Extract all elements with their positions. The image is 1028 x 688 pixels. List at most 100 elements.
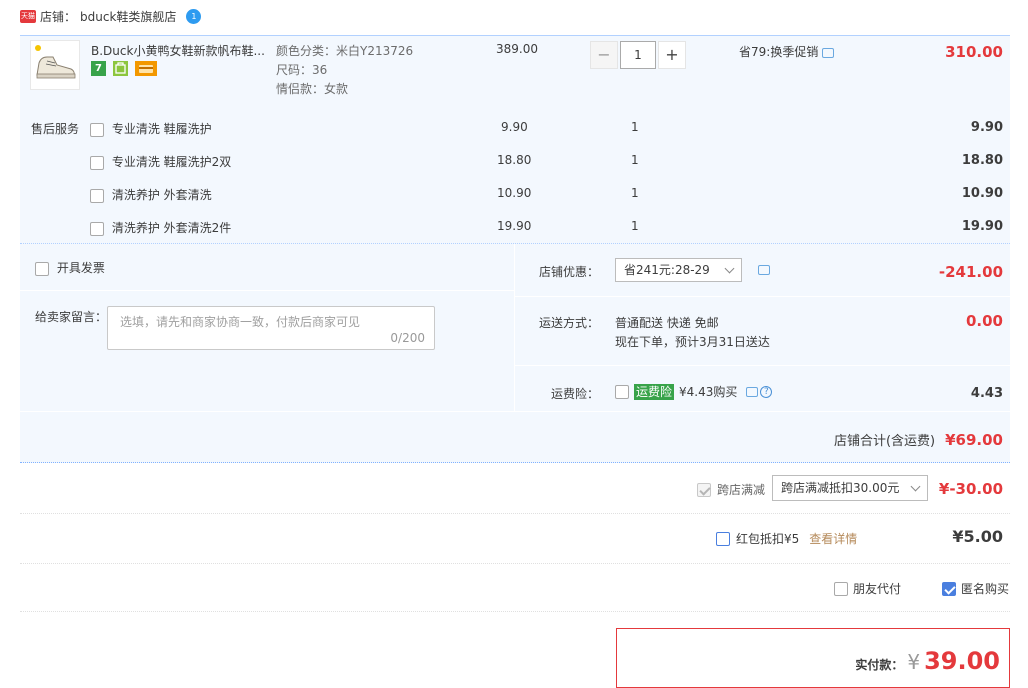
sku-size: 尺码：36 [276, 63, 328, 77]
service-qty: 1 [631, 186, 639, 200]
service-name: 清洗养护 外套清洗2件 [111, 221, 232, 235]
service-name: 清洗养护 外套清洗 [111, 188, 212, 202]
cross-store-label: 跨店满减 [717, 483, 766, 497]
service-row: 专业清洗 鞋履洗护 [90, 120, 212, 137]
anonymous-label: 匿名购买 [961, 582, 1010, 596]
red-packet-label: 红包抵扣¥5 [736, 532, 800, 546]
shipping-method: 普通配送 快递 免邮 [615, 316, 719, 330]
service-row: 专业清洗 鞋履洗护2双 [90, 153, 231, 170]
service-badges: 7 [91, 61, 160, 76]
service-name: 专业清洗 鞋履洗护 [111, 122, 212, 136]
service-price: 9.90 [501, 120, 528, 134]
increase-quantity-button[interactable]: + [658, 41, 686, 69]
insurance-info-icon[interactable] [746, 386, 759, 397]
row-divider [515, 296, 1010, 297]
shop-discount-label: 店铺优惠： [539, 265, 600, 279]
service-row: 清洗养护 外套清洗2件 [90, 219, 231, 236]
service-total: 9.90 [970, 120, 1003, 135]
service-checkbox[interactable] [90, 221, 104, 236]
chat-icon[interactable]: 1 [186, 8, 202, 24]
friend-pay-option: 朋友代付 [834, 580, 901, 597]
invoice-option: 开具发票 [35, 259, 105, 276]
shop-label: 店铺： [40, 9, 77, 24]
service-name: 专业清洗 鞋履洗护2双 [111, 155, 232, 169]
divider [20, 243, 1010, 245]
service-qty: 1 [631, 153, 639, 167]
column-divider [514, 244, 515, 411]
remark-placeholder: 选填，请先和商家协商一致，付款后商家可见 [120, 315, 361, 329]
tmall-badge-icon: 天猫 [20, 9, 36, 23]
service-total: 18.80 [961, 153, 1003, 168]
item-subtotal: 310.00 [945, 43, 1003, 61]
shop-discount-select[interactable]: 省241元:28-29 [615, 258, 742, 282]
promotion-text: 省79:换季促销 [739, 45, 819, 59]
shop-discount-amount: -241.00 [938, 263, 1003, 281]
divider [20, 563, 1010, 565]
service-row: 清洗养护 外套清洗 [90, 186, 212, 203]
product-title-link[interactable]: B.Duck小黄鸭女鞋新款帆布鞋... [91, 42, 265, 59]
shop-name-link[interactable]: bduck鞋类旗舰店 [80, 8, 176, 25]
seller-remark-textarea[interactable]: 选填，请先和商家协商一致，付款后商家可见 0/200 [107, 306, 435, 350]
red-packet-checkbox[interactable] [716, 531, 730, 546]
help-icon[interactable]: ? [760, 385, 773, 398]
divider [20, 513, 1010, 515]
divider [20, 35, 1010, 36]
invoice-label: 开具发票 [56, 261, 105, 275]
row-divider [20, 411, 1010, 412]
service-total: 10.90 [961, 186, 1003, 201]
service-qty: 1 [631, 219, 639, 233]
shipping-amount: 0.00 [965, 312, 1003, 330]
cross-store-amount: ¥-30.00 [938, 480, 1003, 498]
decrease-quantity-button[interactable]: − [590, 41, 618, 69]
currency-symbol: ¥ [907, 650, 921, 674]
service-price: 19.90 [497, 219, 532, 233]
remark-counter: 0/200 [390, 331, 425, 345]
service-checkbox[interactable] [90, 122, 104, 137]
shop-total-amount: ¥69.00 [945, 430, 1003, 449]
shop-discount-value: 省241元:28-29 [624, 263, 710, 277]
row-divider [515, 365, 1010, 366]
divider [20, 611, 1010, 613]
chevron-down-icon [724, 263, 735, 273]
shop-header: 天猫 店铺： bduck鞋类旗舰店 1 [20, 6, 202, 26]
anonymous-checkbox[interactable] [942, 581, 956, 596]
friend-pay-checkbox[interactable] [834, 581, 848, 596]
unit-price: 389.00 [496, 42, 538, 56]
cross-store-select[interactable]: 跨店满减抵扣30.00元 [772, 475, 928, 501]
insurance-option: 运费险 ¥4.43购买 ? [615, 383, 773, 400]
red-packet-detail-link[interactable]: 查看详情 [809, 530, 857, 547]
shop-total: 店铺合计(含运费) ¥69.00 [833, 430, 1003, 450]
service-checkbox[interactable] [90, 188, 104, 203]
item-promotion: 省79:换季促销 [739, 43, 835, 60]
service-qty: 1 [631, 120, 639, 134]
anonymous-option: 匿名购买 [942, 580, 1009, 597]
payment-line: 实付款： ¥ 39.00 [855, 647, 1000, 675]
guarantee-icon [112, 61, 128, 76]
promotion-info-icon[interactable] [822, 47, 835, 58]
quantity-input[interactable]: 1 [620, 41, 656, 69]
discount-info-icon[interactable] [758, 265, 770, 275]
insurance-amount: 4.43 [970, 386, 1003, 401]
sku-couple: 情侣款：女款 [276, 82, 349, 96]
insurance-label: 运费险： [551, 387, 600, 401]
insurance-price: ¥4.43购买 [679, 385, 738, 399]
insurance-tag: 运费险 [634, 383, 675, 400]
cross-store-checkbox[interactable] [697, 482, 711, 497]
quantity-stepper: − 1 + [590, 41, 686, 69]
shoe-image-icon [31, 41, 79, 89]
product-thumbnail[interactable] [30, 40, 80, 90]
red-packet-option: 红包抵扣¥5 查看详情 [716, 530, 857, 547]
sku-color: 颜色分类：米白Y213726 [276, 44, 414, 58]
invoice-checkbox[interactable] [35, 261, 49, 276]
service-price: 18.80 [497, 153, 532, 167]
service-checkbox[interactable] [90, 155, 104, 170]
payment-amount: 39.00 [924, 647, 1000, 675]
service-price: 10.90 [497, 186, 532, 200]
chevron-down-icon [910, 481, 921, 491]
cross-store-option: 跨店满减 [697, 481, 765, 498]
cross-store-value: 跨店满减抵扣30.00元 [781, 481, 900, 495]
insurance-checkbox[interactable] [615, 384, 629, 399]
shipping-eta: 现在下单，预计3月31日送达 [615, 335, 770, 349]
shop-total-label: 店铺合计(含运费) [833, 434, 936, 449]
divider [20, 462, 1010, 464]
